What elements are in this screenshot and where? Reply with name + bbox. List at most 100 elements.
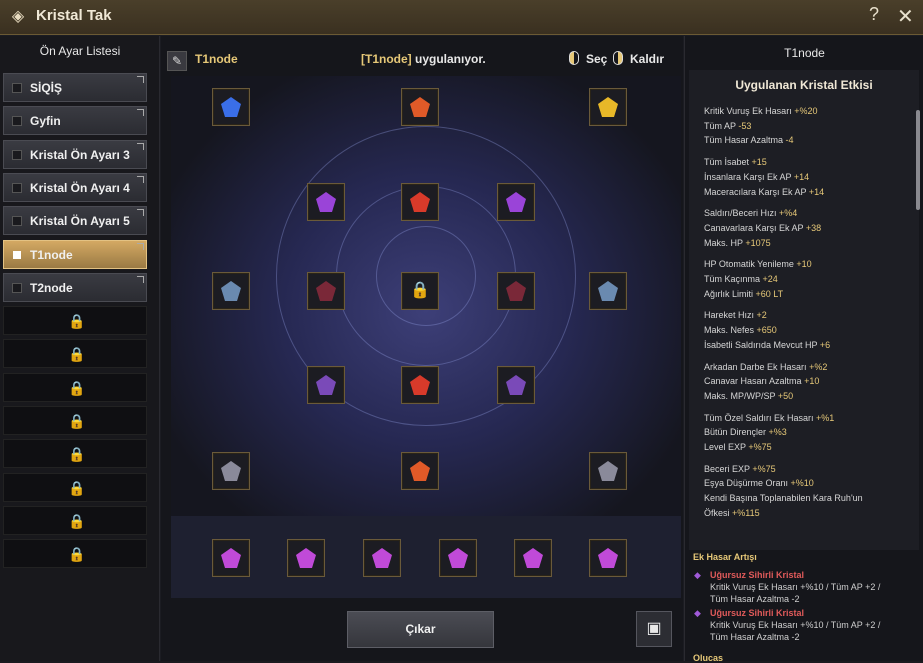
close-icon[interactable]: ✕ (897, 4, 914, 29)
lock-icon: 🔒 (68, 512, 86, 529)
preset-item[interactable]: T2node (3, 272, 147, 302)
crystal-board-panel: ✎ T1node [T1node] uygulanıyor. Seç Kaldı… (161, 36, 683, 661)
effects-scrollbar[interactable] (916, 110, 920, 210)
crystal-gem-icon (410, 461, 430, 481)
crystal-socket[interactable] (497, 183, 535, 221)
effect-line: Bütün Dirençler +%3 (704, 427, 787, 437)
titlebar: ◈ Kristal Tak ? ✕ (0, 0, 923, 35)
crystal-socket[interactable] (497, 366, 535, 404)
effect-name: Hareket Hızı (704, 310, 755, 321)
crystal-gem-icon (296, 548, 316, 568)
status-preset: [T1node] (361, 52, 412, 66)
effect-line: Ağırlık Limiti +60 LT (704, 289, 783, 299)
crystal-socket[interactable] (212, 272, 250, 310)
effect-value: +50 (777, 390, 794, 401)
effect-value: +2 (756, 310, 767, 321)
crystal-socket[interactable] (439, 539, 477, 577)
effect-value: +15 (751, 157, 767, 168)
crystal-socket[interactable] (363, 539, 401, 577)
effect-name: Ağırlık Limiti (704, 288, 754, 299)
crystal-socket[interactable] (287, 539, 325, 577)
effect-value: +650 (756, 325, 777, 336)
preset-corner-icon (137, 209, 144, 217)
preset-label: Kristal Ön Ayarı 5 (30, 214, 130, 229)
kristal-tak-window: ◈ Kristal Tak ? ✕ Ön Ayar Listesi SİQİŞ G… (0, 0, 923, 663)
bonus-name: Uğursuz Sihirli Kristal (710, 570, 805, 580)
preset-item[interactable]: Kristal Ön Ayarı 5 (3, 206, 147, 236)
lock-icon: 🔒 (68, 346, 86, 363)
effects-list[interactable]: Uygulanan Kristal Etkisi Kritik Vuruş Ek… (689, 70, 920, 550)
save-preset-icon[interactable]: ▣ (636, 611, 672, 647)
locked-center-socket[interactable]: 🔒 (401, 272, 439, 310)
help-icon[interactable]: ? (869, 4, 879, 25)
preset-checkbox[interactable] (12, 216, 22, 227)
effect-line: Canavarlara Karşı Ek AP +38 (704, 223, 821, 233)
crystal-socket[interactable] (589, 272, 627, 310)
crystal-gem-icon (598, 461, 618, 481)
effect-line: Beceri EXP +%75 (704, 464, 776, 474)
crystal-socket[interactable] (401, 366, 439, 404)
crystal-socket[interactable] (589, 88, 627, 126)
crystal-bonus-icon: ◆ (694, 570, 701, 580)
preset-item[interactable]: Kristal Ön Ayarı 3 (3, 139, 147, 169)
effect-line: İnsanlara Karşı Ek AP +14 (704, 172, 809, 182)
preset-item[interactable]: Gyfin (3, 106, 147, 136)
preset-item[interactable]: SİQİŞ (3, 73, 147, 102)
effect-value: +14 (793, 171, 810, 182)
preset-slot-locked[interactable]: 🔒 (3, 406, 147, 435)
crystal-socket[interactable] (307, 183, 345, 221)
crystal-socket[interactable] (589, 452, 627, 490)
crystal-socket[interactable] (514, 539, 552, 577)
crystal-gem-icon (523, 548, 543, 568)
preset-slot-locked[interactable]: 🔒 (3, 339, 147, 369)
preset-checkbox[interactable] (12, 83, 22, 93)
crystal-socket[interactable] (401, 183, 439, 221)
mouse-right-icon (613, 51, 623, 65)
crystal-socket[interactable] (212, 452, 250, 490)
bonus-line1: Kritik Vuruş Ek Hasarı +%10 / Tüm AP +2 … (710, 582, 881, 592)
preset-name: T1node (195, 52, 238, 66)
crystal-gem-icon (410, 192, 430, 212)
edit-icon[interactable]: ✎ (167, 51, 187, 71)
effect-line: Kendi Başına Toplanabilen Kara Ruh'un (704, 493, 863, 503)
remove-button[interactable]: Çıkar (347, 611, 494, 648)
preset-slot-locked[interactable]: 🔒 (3, 539, 147, 569)
preset-checkbox[interactable] (13, 250, 21, 259)
effect-name: Level EXP (704, 442, 746, 452)
preset-slot-locked[interactable]: 🔒 (3, 472, 147, 502)
preset-item[interactable]: T1node (3, 239, 147, 269)
preset-slot-locked[interactable]: 🔒 (3, 439, 147, 469)
preset-checkbox[interactable] (12, 149, 22, 160)
preset-slot-locked[interactable]: 🔒 (3, 306, 147, 336)
effect-line: Tüm AP -53 (704, 121, 751, 131)
effect-name: Kritik Vuruş Ek Hasarı (704, 106, 792, 116)
effect-value: +1075 (745, 237, 771, 248)
bonus-line2: Tüm Hasar Azaltma -2 (710, 632, 800, 642)
effect-line: Tüm Kaçınma +24 (704, 274, 778, 284)
crystal-socket[interactable] (401, 452, 439, 490)
lock-icon: 🔒 (68, 379, 86, 396)
crystal-socket[interactable] (589, 539, 627, 577)
crystal-socket[interactable] (212, 88, 250, 126)
preset-checkbox[interactable] (12, 116, 22, 127)
crystal-gem-icon (316, 192, 336, 212)
crystal-socket[interactable] (307, 366, 345, 404)
effect-line: Öfkesi +%115 (704, 508, 760, 518)
effect-name: Saldırı/Beceri Hızı (704, 208, 777, 219)
preset-item[interactable]: Kristal Ön Ayarı 4 (3, 172, 147, 202)
lock-icon: 🔒 (68, 313, 86, 330)
crystal-gem-icon (221, 97, 241, 117)
effect-value: +10 (796, 259, 812, 270)
preset-slot-locked[interactable]: 🔒 (3, 372, 147, 402)
preset-checkbox[interactable] (12, 282, 22, 293)
preset-checkbox[interactable] (12, 182, 22, 193)
crystal-socket[interactable] (401, 88, 439, 126)
preset-slot-locked[interactable]: 🔒 (3, 505, 147, 535)
window-title: Kristal Tak (36, 7, 112, 24)
crystal-socket[interactable] (497, 272, 535, 310)
effect-value: +%4 (779, 208, 798, 219)
effect-line: Maks. HP +1075 (704, 238, 771, 248)
crystal-gem-icon (316, 375, 336, 395)
crystal-socket[interactable] (307, 272, 345, 310)
crystal-socket[interactable] (212, 539, 250, 577)
